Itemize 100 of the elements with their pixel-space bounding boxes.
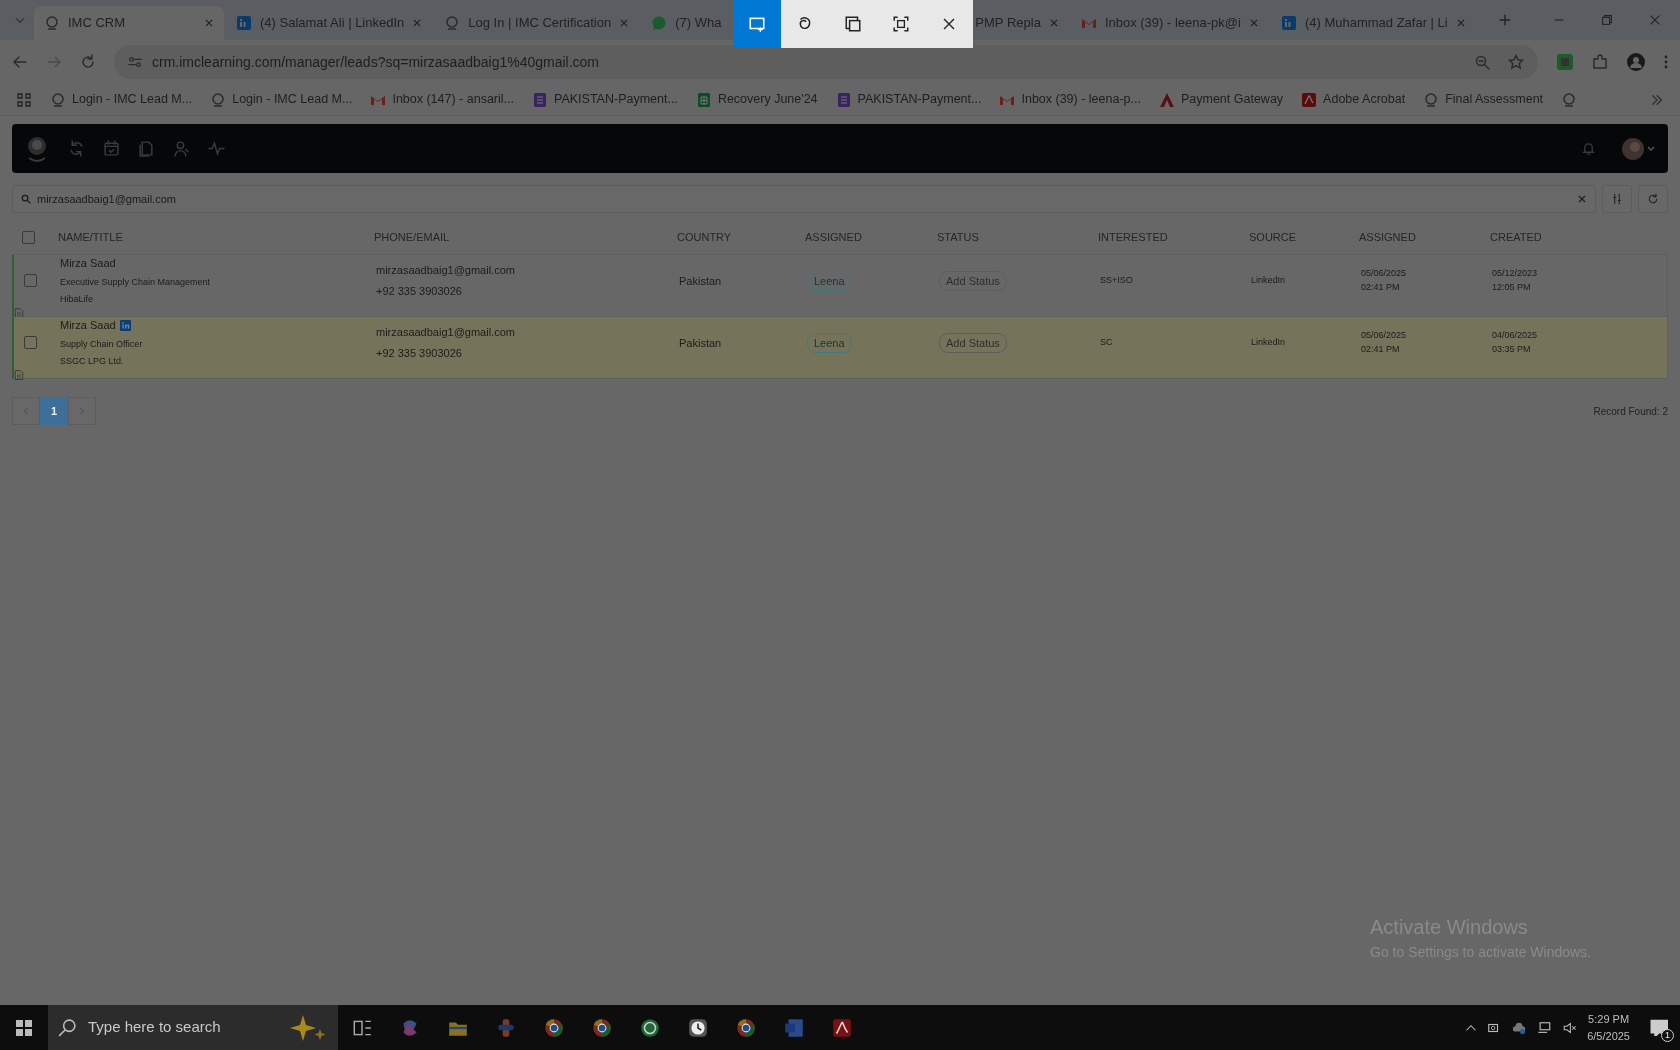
time-text: 02:41 PM (1361, 280, 1401, 294)
table-cell-text: LinkedIn (1251, 336, 1287, 349)
row-checkbox[interactable] (24, 274, 37, 288)
freeform-snip-button[interactable] (781, 0, 830, 48)
user-avatar-icon[interactable] (1622, 136, 1656, 161)
page-button[interactable]: 1 (40, 397, 68, 425)
browser-icon (735, 1016, 757, 1039)
clock[interactable]: 5:29 PM 6/5/2025 (1587, 1011, 1630, 1044)
email: mirzasaadbaig1@gmail.com (376, 325, 516, 341)
bookmark[interactable]: PAKISTAN-Payment... (532, 90, 678, 109)
record-count: Record Found: 2 (1593, 404, 1668, 419)
column-header: INTERESTED (1098, 230, 1169, 246)
rectangle-snip-button[interactable] (733, 0, 782, 48)
bookmark[interactable]: Inbox (39) - leena-p... (999, 90, 1141, 109)
lead-name[interactable]: Mirza Saad (60, 317, 116, 334)
row-checkbox[interactable] (24, 336, 37, 350)
bookmark[interactable]: PAKISTAN-Payment... (835, 90, 982, 109)
bookmark[interactable]: Inbox (147) - ansaril... (370, 90, 514, 109)
table-cell-text: LinkedIn (1251, 274, 1287, 287)
puzzle-icon[interactable] (1592, 54, 1608, 70)
browser-tab[interactable]: (4) Muhammad Zafar | Li (1270, 6, 1476, 40)
bookmark[interactable]: Payment Gateway (1158, 90, 1284, 109)
taskbar-search-field[interactable]: Type here to search (48, 1005, 338, 1050)
close-icon[interactable] (1048, 18, 1059, 28)
forward-icon[interactable] (46, 54, 62, 70)
restore-button[interactable] (1600, 13, 1614, 27)
column-header: ASSIGNED (805, 230, 863, 246)
address-bar[interactable]: crm.imclearning.com/manager/leads?sq=mirzasaadbaig1%40gmail.com (114, 45, 1538, 79)
document-icon[interactable] (14, 368, 24, 381)
network-icon[interactable] (1537, 1020, 1553, 1035)
close-icon[interactable] (1455, 18, 1466, 28)
site-settings-icon (128, 55, 142, 69)
reload-icon[interactable] (80, 54, 96, 70)
linkedin-icon (1280, 15, 1297, 31)
document-icon[interactable] (138, 140, 155, 157)
emblem-icon[interactable] (1561, 91, 1578, 108)
new-tab-button[interactable] (1497, 13, 1512, 27)
spreadsheet-icon (695, 91, 712, 108)
document-icon[interactable] (14, 306, 24, 319)
browser-icon (591, 1016, 613, 1039)
bookmark[interactable]: Adobe Acrobat (1301, 90, 1406, 109)
linkedin-icon[interactable] (119, 319, 131, 331)
status-button[interactable]: Add Status (939, 270, 1007, 291)
bookmark[interactable]: Recovery June'24 (695, 90, 818, 109)
bookmark[interactable]: Login - IMC Lead M... (50, 90, 193, 109)
browser-tab[interactable]: Inbox (39) - leena-pk@i (1070, 6, 1269, 40)
table-row[interactable]: Mirza Saad Supply Chain Officer SSGC LPG Ltd. mirzasaadbaig1@gmail.com +92 335 3903026 Pakistan Leena Add Status SC LinkedIn 05/06/2025 02:41 PM 04/06/2025 03:35 PM (12, 317, 1668, 379)
close-button[interactable] (925, 0, 974, 48)
form-icon (835, 91, 852, 108)
browser-tab[interactable]: (7) Wha (641, 6, 732, 40)
assignee-badge[interactable]: Leena (807, 270, 852, 291)
notification-button[interactable]: 1 (1648, 1015, 1672, 1040)
linkedin-icon (236, 15, 252, 31)
time-text: 02:41 PM (1361, 342, 1401, 356)
plus-icon (1497, 13, 1512, 27)
sync-icon[interactable] (68, 140, 85, 157)
column-header: PHONE/EMAIL (374, 230, 451, 246)
column-header: COUNTRY (677, 230, 733, 246)
sliders-icon (1611, 193, 1623, 205)
status-button[interactable]: Add Status (939, 332, 1007, 353)
browser-tab[interactable]: Log In | IMC Certification (434, 6, 640, 40)
back-icon[interactable] (12, 54, 28, 70)
refresh-button[interactable] (1638, 185, 1668, 213)
taskbar-search-input[interactable]: Type here to search (86, 1015, 278, 1040)
profile-avatar-icon[interactable] (1626, 52, 1646, 72)
cloud-icon[interactable] (1511, 1020, 1528, 1035)
close-icon[interactable] (619, 18, 630, 28)
emblem-icon (44, 15, 60, 31)
close-icon[interactable] (412, 18, 423, 28)
browser-tab[interactable]: PMP Repla (973, 6, 1069, 40)
clock-icon (687, 1016, 709, 1039)
bookmark[interactable]: Login - IMC Lead M... (210, 90, 353, 109)
more-menu-icon[interactable] (1664, 54, 1668, 70)
clear-icon[interactable] (1577, 194, 1587, 204)
speaker-muted-icon[interactable] (1562, 1020, 1578, 1035)
window-close-button[interactable] (1648, 13, 1662, 27)
close-icon (1648, 13, 1662, 27)
lead-name[interactable]: Mirza Saad (60, 255, 116, 272)
windows-logo-icon (15, 1018, 33, 1037)
close-icon[interactable] (204, 18, 214, 28)
user-icon[interactable] (173, 140, 190, 157)
chat-bubble-icon (651, 15, 668, 31)
filter-button[interactable] (1602, 185, 1632, 213)
browser-tab[interactable]: IMC CRM (34, 6, 224, 40)
search-icon (58, 1018, 76, 1037)
activity-icon[interactable] (208, 140, 225, 157)
time-text: 03:35 PM (1492, 342, 1532, 356)
pdf-icon (1301, 91, 1318, 108)
assignee-badge[interactable]: Leena (807, 332, 852, 353)
calendar-icon[interactable] (103, 140, 120, 157)
select-all-checkbox[interactable] (22, 231, 35, 244)
apps-grid-icon[interactable] (16, 91, 32, 108)
star-icon[interactable] (1508, 54, 1524, 70)
bell-icon[interactable] (1581, 141, 1596, 156)
extension-badge-icon[interactable] (1556, 53, 1574, 71)
close-icon[interactable] (1248, 18, 1259, 28)
browser-tab[interactable]: (4) Salamat Ali | LinkedIn (226, 6, 433, 40)
more-bookmarks-icon[interactable] (1650, 92, 1664, 107)
zoom-icon[interactable] (1474, 54, 1490, 70)
bookmark[interactable]: Final Assessment (1423, 90, 1544, 109)
